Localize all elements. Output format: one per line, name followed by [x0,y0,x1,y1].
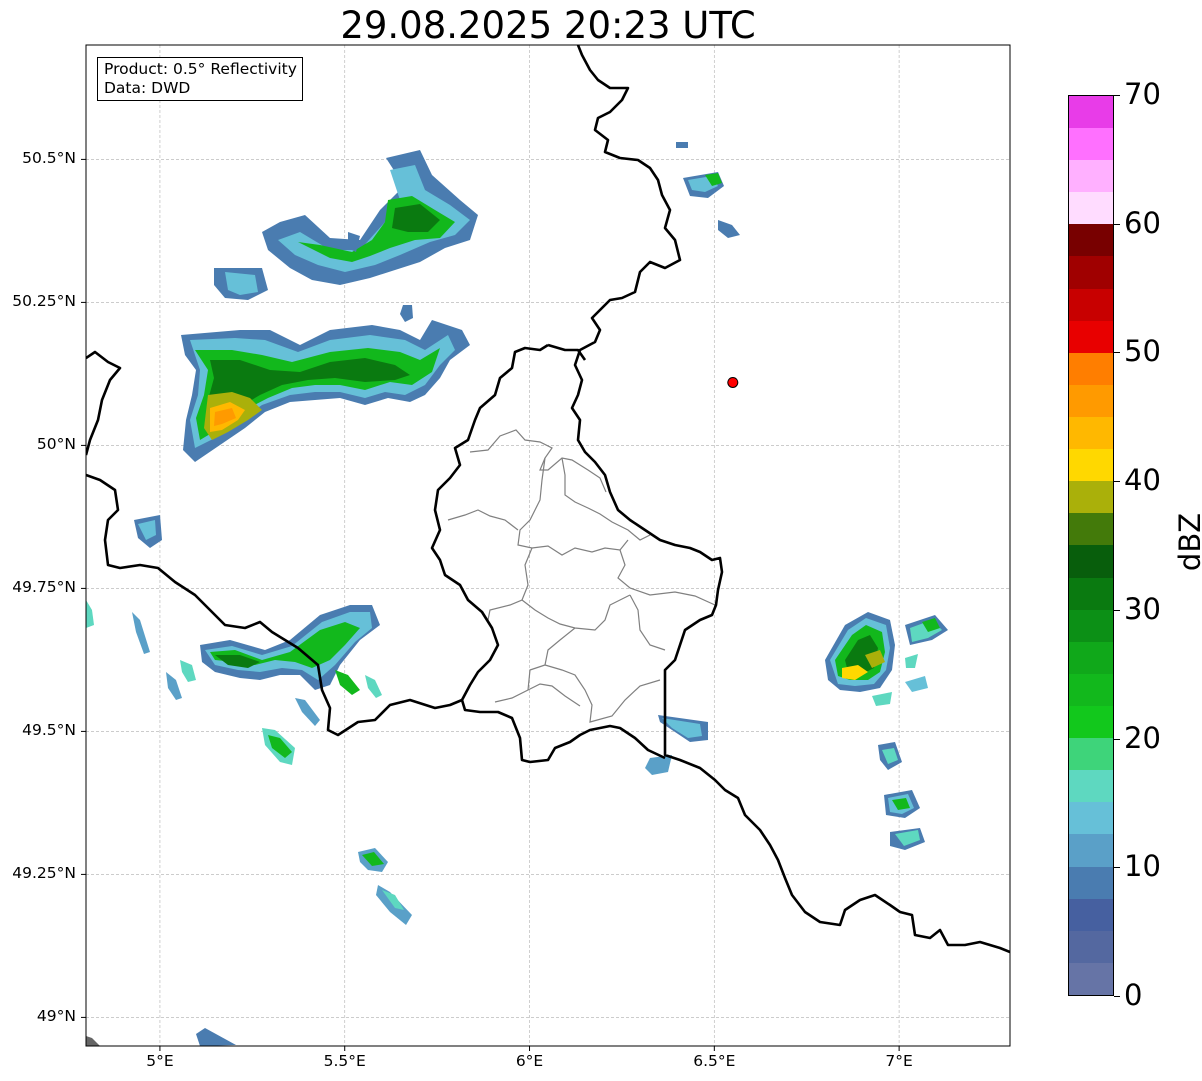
colorbar [1068,95,1114,996]
colorbar-segment [1069,802,1113,835]
lon-tick-label: 6.5°E [693,1052,736,1070]
colorbar-segment [1069,577,1113,610]
lat-tick-label: 50°N [36,435,76,454]
colorbar-segment [1069,673,1113,707]
colorbar-tick [1114,352,1120,354]
colorbar-segment [1069,866,1113,899]
colorbar-tick-label: 40 [1124,463,1161,498]
colorbar-tick-label: 10 [1124,849,1161,884]
colorbar-tick [1114,996,1120,997]
colorbar-segment [1069,706,1113,739]
colorbar-segment [1069,898,1113,931]
lon-tick-label: 7°E [885,1052,913,1070]
info-legend: Product: 0.5° Reflectivity Data: DWD [97,57,303,101]
colorbar-tick-label: 0 [1124,978,1143,1012]
colorbar-segment [1069,224,1113,257]
colorbar-segment [1069,738,1113,771]
lat-tick-label: 49.75°N [12,578,76,597]
product-label: Product: 0.5° Reflectivity [104,60,297,78]
colorbar-segment [1069,641,1113,674]
colorbar-tick [1114,481,1120,483]
colorbar-tick-label: 60 [1124,205,1161,240]
colorbar-segment [1069,256,1113,289]
colorbar-tick [1114,867,1120,869]
colorbar-segment [1069,352,1113,385]
lat-tick-label: 49.5°N [22,721,76,740]
colorbar-segment [1069,609,1113,642]
colorbar-segment [1069,545,1113,578]
lat-tick-label: 50.25°N [12,292,76,311]
colorbar-segment [1069,417,1113,450]
colorbar-segment [1069,930,1113,963]
colorbar-segment [1069,192,1113,225]
colorbar-tick [1114,95,1120,96]
lon-tick-label: 5.5°E [323,1052,366,1070]
colorbar-segment [1069,770,1113,803]
lat-tick-label: 49°N [36,1007,76,1026]
colorbar-tick [1114,223,1120,225]
colorbar-segment [1069,384,1113,418]
colorbar-segment [1069,834,1113,867]
colorbar-segment [1069,288,1113,321]
colorbar-segment [1069,481,1113,514]
colorbar-unit-label: dBZ [1173,512,1202,572]
lon-tick-label: 6°E [515,1052,544,1070]
colorbar-tick-label: 30 [1124,591,1161,626]
lat-tick-label: 50.5°N [22,149,76,168]
radar-map [81,44,1011,1051]
colorbar-segment [1069,320,1113,353]
colorbar-segment [1069,962,1113,995]
colorbar-segment [1069,449,1113,482]
colorbar-tick [1114,609,1120,611]
lon-tick-label: 5°E [146,1052,174,1070]
lat-tick-label: 49.25°N [12,864,76,883]
colorbar-segment [1069,160,1113,193]
colorbar-segment [1069,513,1113,546]
colorbar-tick-label: 70 [1124,77,1161,111]
colorbar-segment [1069,95,1113,129]
colorbar-tick-label: 20 [1124,720,1161,755]
colorbar-tick-label: 50 [1124,334,1161,369]
radar-site-marker [727,376,739,388]
colorbar-tick [1114,738,1120,740]
colorbar-segment [1069,128,1113,161]
data-source-label: Data: DWD [104,79,191,97]
